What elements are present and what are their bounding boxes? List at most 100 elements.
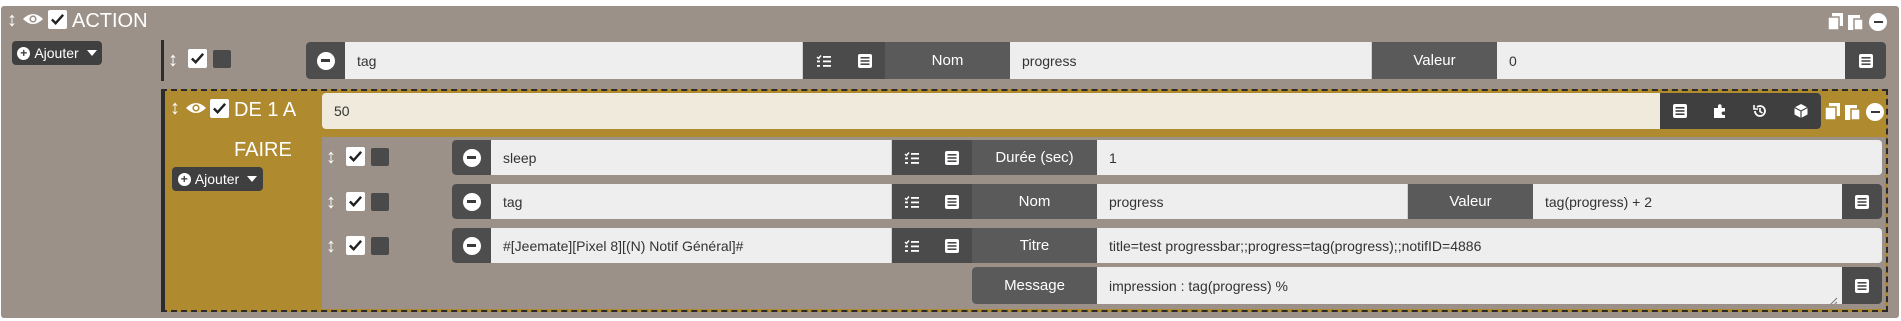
loop-add-button[interactable]: + Ajouter — [172, 167, 263, 191]
tag-enable-checkbox[interactable] — [346, 192, 365, 211]
notif-message-row: Message impression : tag(progress) % — [972, 267, 1882, 304]
add-button-label: Ajouter — [34, 45, 79, 61]
list-check-button[interactable] — [892, 140, 932, 175]
list-check-icon — [904, 239, 919, 252]
tag-valeur-label: Valeur — [1408, 184, 1533, 219]
list-button[interactable] — [844, 42, 885, 79]
check-icon — [349, 151, 363, 163]
drag-arrows-icon[interactable]: ↕ — [5, 10, 19, 30]
sleep-command-field[interactable]: sleep — [491, 140, 892, 175]
tag-row-remove-button[interactable] — [306, 42, 345, 79]
tag-row-nom-field[interactable]: progress — [1010, 42, 1372, 79]
paste-icon[interactable] — [1845, 103, 1861, 124]
tag-row: tag Nom progress Valeur 0 — [306, 42, 1886, 79]
tag-command-field[interactable]: tag — [491, 184, 892, 219]
eye-icon[interactable] — [22, 11, 44, 30]
cube-button[interactable] — [1780, 93, 1821, 129]
history-button[interactable] — [1740, 93, 1780, 129]
list-check-button[interactable] — [892, 228, 932, 263]
drag-arrows-icon[interactable]: ↕ — [324, 192, 338, 212]
puzzle-button[interactable] — [1700, 93, 1740, 129]
tag-option-checkbox[interactable] — [371, 193, 389, 211]
notif-message-label: Message — [972, 267, 1097, 304]
cube-icon — [1793, 104, 1808, 118]
drag-arrows-icon[interactable]: ↕ — [324, 147, 338, 167]
list-icon — [945, 238, 959, 253]
list-icon — [1673, 104, 1687, 118]
list-check-icon — [816, 54, 831, 67]
check-icon — [51, 14, 65, 26]
notif-message-field[interactable]: impression : tag(progress) % — [1097, 267, 1842, 304]
loop-add-button-label: Ajouter — [194, 171, 240, 187]
remove-icon[interactable] — [1869, 13, 1887, 31]
remove-icon — [462, 236, 481, 255]
sleep-enable-checkbox[interactable] — [346, 147, 365, 166]
tag-row-inner: tag Nom progress Valeur tag(progress) + … — [452, 184, 1882, 219]
list-check-button[interactable] — [803, 42, 844, 79]
drag-arrows-icon[interactable]: ↕ — [168, 98, 182, 118]
list-button[interactable] — [932, 140, 972, 175]
copy-icon[interactable] — [1824, 103, 1841, 124]
check-icon — [213, 103, 227, 115]
loop-left-bar — [161, 89, 165, 312]
list-button[interactable] — [1660, 93, 1700, 129]
sleep-row: sleep Durée (sec) 1 — [452, 140, 1882, 175]
sleep-remove-button[interactable] — [452, 140, 491, 175]
remove-icon[interactable] — [1866, 103, 1884, 121]
drag-arrows-icon[interactable]: ↕ — [324, 236, 338, 256]
list-check-button[interactable] — [892, 184, 932, 219]
list-button[interactable] — [1842, 184, 1882, 219]
history-icon — [1753, 105, 1766, 117]
sleep-duration-field[interactable]: 1 — [1097, 140, 1882, 175]
list-button[interactable] — [1845, 42, 1886, 79]
notif-remove-button[interactable] — [452, 228, 491, 263]
copy-icon[interactable] — [1827, 13, 1844, 34]
list-button[interactable] — [1842, 267, 1882, 304]
row-separator — [161, 40, 164, 81]
notif-titre-label: Titre — [972, 228, 1097, 263]
tag-row-command-field[interactable]: tag — [345, 42, 803, 79]
tag-row-option-checkbox[interactable] — [213, 50, 231, 68]
list-button[interactable] — [932, 228, 972, 263]
list-icon — [945, 150, 959, 165]
loop-title: DE 1 A — [234, 99, 297, 121]
caret-down-icon — [86, 50, 97, 56]
drag-arrows-icon[interactable]: ↕ — [166, 50, 180, 70]
tag-row-valeur-label: Valeur — [1372, 42, 1497, 79]
action-title: ACTION — [72, 10, 148, 32]
notif-enable-checkbox[interactable] — [346, 236, 365, 255]
action-enable-checkbox[interactable] — [48, 10, 67, 29]
puzzle-icon — [1714, 104, 1725, 118]
add-button[interactable]: + Ajouter — [12, 41, 102, 65]
paste-icon[interactable] — [1848, 13, 1864, 34]
tag-nom-field[interactable]: progress — [1097, 184, 1408, 219]
remove-icon — [462, 148, 481, 167]
notif-command-field[interactable]: #[Jeemate][Pixel 8][(N) Notif Général]# — [491, 228, 892, 263]
list-check-icon — [904, 151, 919, 164]
notif-option-checkbox[interactable] — [371, 237, 389, 255]
list-icon — [1858, 53, 1873, 68]
resize-handle-icon[interactable] — [1828, 293, 1838, 304]
remove-icon — [316, 51, 335, 70]
tag-row-nom-label: Nom — [885, 42, 1010, 79]
notif-row: #[Jeemate][Pixel 8][(N) Notif Général]# … — [452, 228, 1882, 263]
check-icon — [349, 196, 363, 208]
tag-valeur-field[interactable]: tag(progress) + 2 — [1533, 184, 1842, 219]
tag-remove-button[interactable] — [452, 184, 491, 219]
list-button[interactable] — [932, 184, 972, 219]
loop-enable-checkbox[interactable] — [210, 99, 229, 118]
notif-titre-field[interactable]: title=test progressbar;;progress=tag(pro… — [1097, 228, 1882, 263]
sleep-option-checkbox[interactable] — [371, 148, 389, 166]
caret-down-icon — [247, 176, 258, 182]
tag-row-valeur-field[interactable]: 0 — [1497, 42, 1845, 79]
loop-count-input[interactable]: 50 — [322, 93, 1821, 129]
tag-nom-label: Nom — [972, 184, 1097, 219]
eye-icon[interactable] — [185, 100, 207, 119]
remove-icon — [462, 192, 481, 211]
plus-circle-icon: + — [177, 172, 191, 186]
check-icon — [191, 53, 205, 65]
sleep-duration-label: Durée (sec) — [972, 140, 1097, 175]
tag-row-enable-checkbox[interactable] — [188, 49, 207, 68]
plus-circle-icon: + — [17, 46, 31, 60]
list-icon — [857, 53, 872, 68]
